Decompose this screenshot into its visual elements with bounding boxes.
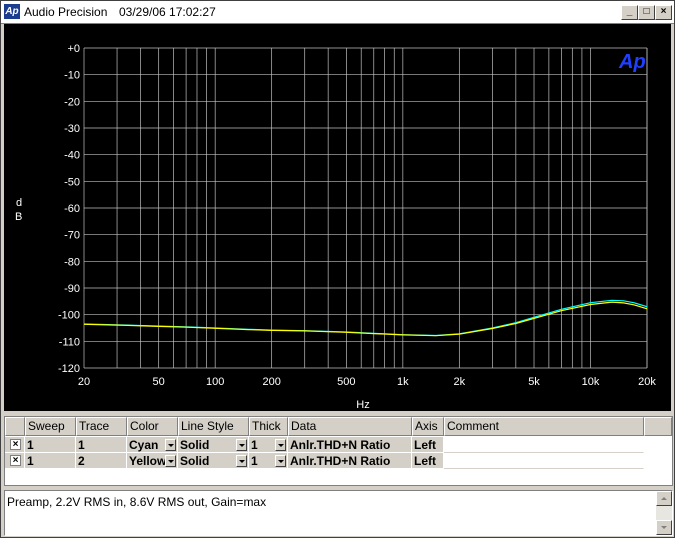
y-tick-label: -70 (64, 230, 80, 242)
trace-line-2 (83, 301, 648, 337)
x-tick-label: 200 (262, 376, 280, 388)
trace-line-1 (83, 299, 648, 337)
comment-textbox[interactable]: Preamp, 2.2V RMS in, 8.6V RMS out, Gain=… (4, 490, 673, 536)
col-header-color[interactable]: Color (127, 417, 178, 436)
table-row[interactable]: × 1 1 Cyan Solid 1 Anlr.THD+N Ratio Left (5, 437, 645, 453)
table-header-filler (644, 417, 672, 436)
cell-color-value: Cyan (129, 438, 159, 452)
app-logo-icon[interactable]: Ap (4, 4, 20, 19)
col-header-line-style[interactable]: Line Style (178, 417, 249, 436)
cell-line-style[interactable]: Solid (178, 453, 249, 469)
row-checkbox[interactable]: × (10, 439, 21, 450)
y-axis-ticks: +0 -10 -20 -30 -40 -50 -60 -70 -80 -90 -100 -110 -12… (58, 43, 80, 375)
graph-panel[interactable]: +0 -10 -20 -30 -40 -50 -60 -70 -80 -90 -100 -110 -12… (4, 24, 671, 411)
trace-table: Sweep Trace Color Line Style Thick Data … (4, 416, 673, 486)
x-axis-label: Hz (356, 399, 369, 411)
y-tick-label: -90 (64, 283, 80, 295)
y-tick-label: -60 (64, 203, 80, 215)
y-tick-label: -20 (64, 96, 80, 108)
cell-color[interactable]: Yellow (127, 453, 178, 469)
close-button[interactable]: × (655, 5, 672, 20)
title-bar: Ap Audio Precision 03/29/06 17:02:27 _ □… (1, 1, 674, 24)
col-header-comment[interactable]: Comment (444, 417, 644, 436)
y-axis-label-b: B (15, 211, 22, 223)
thick-dropdown-button[interactable] (275, 439, 286, 451)
cell-thick-value: 1 (251, 438, 258, 452)
x-tick-label: 500 (337, 376, 355, 388)
x-axis-ticks: 20 50 100 200 500 1k 2k 5k 10k 20k (78, 376, 656, 388)
col-header-axis[interactable]: Axis (412, 417, 444, 436)
col-header-data[interactable]: Data (288, 417, 412, 436)
cell-line-style-value: Solid (180, 438, 210, 452)
cell-thick-value: 1 (251, 454, 258, 468)
y-tick-label: -120 (58, 363, 80, 375)
maximize-button[interactable]: □ (638, 5, 655, 20)
cell-color[interactable]: Cyan (127, 437, 178, 453)
window-title: Audio Precision (24, 5, 108, 19)
minimize-button[interactable]: _ (621, 5, 638, 20)
scroll-down-icon[interactable] (656, 520, 672, 535)
x-tick-label: 10k (582, 376, 600, 388)
cell-color-value: Yellow (129, 454, 167, 468)
col-header-thick[interactable]: Thick (249, 417, 288, 436)
x-tick-label: 2k (454, 376, 466, 388)
cell-data[interactable]: Anlr.THD+N Ratio (288, 437, 412, 453)
y-tick-label: -50 (64, 176, 80, 188)
cell-trace[interactable]: 2 (76, 453, 127, 469)
col-header-sweep[interactable]: Sweep (25, 417, 76, 436)
y-tick-label: -40 (64, 150, 80, 162)
y-tick-label: -80 (64, 256, 80, 268)
x-tick-label: 50 (153, 376, 165, 388)
thd-n-chart[interactable]: +0 -10 -20 -30 -40 -50 -60 -70 -80 -90 -100 -110 -12… (4, 24, 671, 411)
row-checkbox-cell[interactable]: × (5, 437, 25, 453)
ap-logo-icon: Ap (618, 51, 646, 73)
cell-comment[interactable] (444, 437, 644, 453)
table-row[interactable]: × 1 2 Yellow Solid 1 Anlr.THD+N Ratio Le… (5, 453, 645, 469)
cell-sweep[interactable]: 1 (25, 453, 76, 469)
line-style-dropdown-button[interactable] (236, 455, 247, 467)
y-tick-label: -100 (58, 310, 80, 322)
cell-thick[interactable]: 1 (249, 453, 288, 469)
row-checkbox[interactable]: × (10, 455, 21, 466)
col-header-trace[interactable]: Trace (76, 417, 127, 436)
x-tick-label: 20k (638, 376, 656, 388)
row-checkbox-cell[interactable]: × (5, 453, 25, 469)
thick-dropdown-button[interactable] (275, 455, 286, 467)
cell-data[interactable]: Anlr.THD+N Ratio (288, 453, 412, 469)
x-tick-label: 100 (206, 376, 224, 388)
y-tick-label: +0 (67, 43, 80, 55)
color-dropdown-button[interactable] (165, 455, 176, 467)
cell-line-style-value: Solid (180, 454, 210, 468)
cell-axis[interactable]: Left (412, 453, 444, 469)
audio-precision-window: Ap Audio Precision 03/29/06 17:02:27 _ □… (0, 0, 675, 538)
window-datetime: 03/29/06 17:02:27 (119, 5, 216, 19)
chart-traces (83, 299, 648, 337)
x-tick-label: 1k (397, 376, 409, 388)
chart-grid (83, 47, 648, 369)
cell-trace[interactable]: 1 (76, 437, 127, 453)
cell-axis[interactable]: Left (412, 437, 444, 453)
color-dropdown-button[interactable] (165, 439, 176, 451)
scroll-up-icon[interactable] (656, 491, 672, 506)
x-tick-label: 5k (528, 376, 540, 388)
y-tick-label: -30 (64, 123, 80, 135)
cell-line-style[interactable]: Solid (178, 437, 249, 453)
y-tick-label: -110 (59, 336, 80, 348)
cell-sweep[interactable]: 1 (25, 437, 76, 453)
line-style-dropdown-button[interactable] (236, 439, 247, 451)
comment-scrollbar[interactable] (656, 491, 672, 535)
y-tick-label: -10 (64, 70, 80, 82)
table-header-check (5, 417, 25, 436)
table-header-row: Sweep Trace Color Line Style Thick Data … (5, 417, 672, 436)
y-axis-label-d: d (16, 197, 22, 209)
comment-text[interactable]: Preamp, 2.2V RMS in, 8.6V RMS out, Gain=… (7, 495, 266, 509)
x-tick-label: 20 (78, 376, 90, 388)
cell-thick[interactable]: 1 (249, 437, 288, 453)
cell-comment[interactable] (444, 453, 644, 469)
